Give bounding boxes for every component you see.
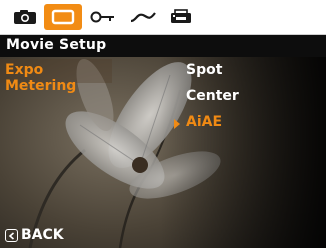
tab-connect[interactable]	[124, 4, 162, 30]
wave-icon	[130, 12, 156, 23]
back-button[interactable]: BACK	[3, 226, 83, 246]
mode-tab-bar	[0, 0, 326, 35]
option-center[interactable]: Center	[166, 85, 316, 109]
menu-category[interactable]: Expo Metering	[0, 59, 112, 94]
camera-screen: Movie Setup Expo Metering Spot Center Ai…	[0, 0, 326, 248]
option-label: AiAE	[186, 114, 223, 130]
page-title: Movie Setup	[6, 37, 107, 53]
option-aiae[interactable]: AiAE	[166, 111, 316, 135]
option-spot[interactable]: Spot	[166, 59, 316, 83]
back-arrow-icon	[5, 229, 18, 242]
key-icon	[90, 11, 114, 23]
back-label: BACK	[21, 227, 64, 243]
tab-print[interactable]	[162, 4, 200, 30]
tab-setup[interactable]	[84, 4, 122, 30]
movie-icon	[51, 9, 75, 25]
tab-camera[interactable]	[6, 4, 44, 30]
option-label: Center	[186, 88, 239, 104]
tab-movie[interactable]	[44, 4, 82, 30]
category-label: Expo Metering	[5, 62, 77, 94]
title-bar: Movie Setup	[0, 35, 326, 57]
printer-icon	[171, 9, 191, 23]
selection-arrow-icon	[174, 119, 180, 129]
options-list: Spot Center AiAE	[166, 57, 316, 157]
camera-icon	[14, 10, 36, 24]
option-label: Spot	[186, 62, 223, 78]
